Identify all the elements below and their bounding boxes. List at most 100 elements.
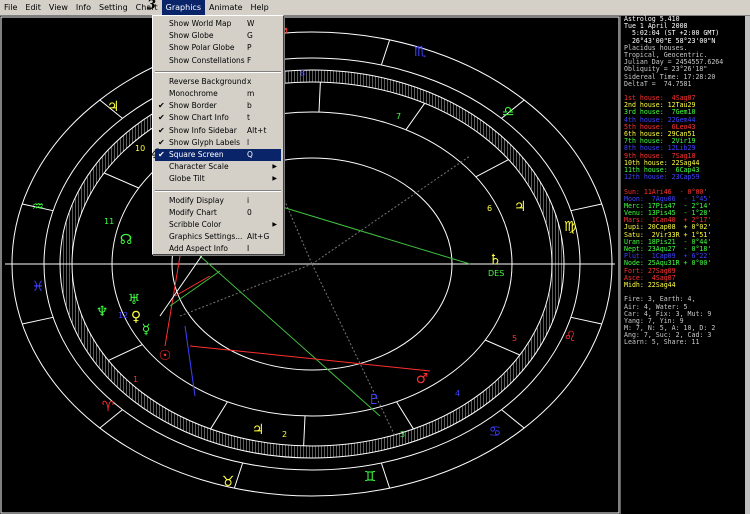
menu-item-label: Show Info Sidebar — [169, 125, 237, 135]
menu-item-graphics-settings[interactable]: Graphics Settings... Alt+G — [155, 231, 281, 243]
menu-item-label: Character Scale — [169, 162, 229, 172]
menu-item-label: Show Globe — [169, 31, 214, 41]
submenu-arrow-icon: ▶ — [272, 175, 277, 183]
check-icon: ✔ — [158, 150, 165, 159]
planet-glyph: ♃ — [252, 422, 265, 438]
menu-item-shortcut: t — [247, 113, 250, 123]
planet-glyph: ♒ — [32, 199, 45, 215]
menu-item-label: Show Polar Globe — [169, 43, 235, 53]
sign-divider — [22, 316, 54, 325]
sidebar-line: 12th house: 23Cap59 — [624, 173, 700, 182]
menu-item-shortcut: Alt+G — [247, 232, 270, 242]
menu-help[interactable]: Help — [247, 0, 273, 15]
menu-item-show-info-sidebar[interactable]: ✔ Show Info Sidebar Alt+t — [155, 125, 281, 137]
menu-graphics[interactable]: Graphics — [161, 0, 205, 15]
menu-item-show-world-map[interactable]: Show World Map W — [155, 18, 281, 30]
menu-item-show-chart-info[interactable]: ✔ Show Chart Info t — [155, 112, 281, 124]
planet-glyph: ♌ — [564, 329, 577, 345]
menu-view[interactable]: View — [45, 0, 72, 15]
menu-item-label: Modify Chart — [169, 207, 217, 217]
check-icon: ✔ — [158, 137, 165, 147]
submenu-arrow-icon: ▶ — [272, 221, 277, 228]
house-number: 2 — [282, 430, 287, 439]
astrology-chart[interactable]: ♈♉♊♋♌♍♎♏♐♑♒♓♄♂☉♅♀☿☊♇♃♆♃♃ 123456789101112… — [0, 16, 620, 514]
check-icon: ✔ — [158, 101, 165, 111]
house-number: 11 — [104, 217, 114, 226]
menu-item-scribble-color[interactable]: Scribble Color ▶ — [155, 219, 281, 231]
planet-glyph: ♀ — [131, 309, 141, 325]
menu-edit[interactable]: Edit — [21, 0, 45, 15]
planet-glyph: ♋ — [489, 424, 502, 440]
menu-item-shortcut: Q — [247, 150, 253, 159]
menu-setting[interactable]: Setting — [95, 0, 132, 15]
house-number: 12 — [118, 311, 128, 320]
menu-info[interactable]: Info — [72, 0, 95, 15]
menu-item-shortcut: i — [247, 195, 250, 205]
house-number: 5 — [512, 334, 517, 343]
menu-item-label: Square Screen — [169, 150, 224, 159]
menu-item-label: Monochrome — [169, 89, 218, 98]
info-sidebar: Astrolog 5.410 Tue 1 April 2008 5:02:04 (… — [620, 15, 750, 514]
menu-item-label: Show World Map — [169, 19, 232, 28]
menu-item-shortcut: b — [247, 101, 252, 111]
menu-item-label: Show Glyph Labels — [169, 137, 240, 147]
house-number: 4 — [455, 389, 460, 398]
planet-glyph: ☊ — [120, 232, 132, 248]
menu-item-show-globe[interactable]: Show Globe G — [155, 30, 281, 42]
menu-item-shortcut: W — [247, 19, 255, 28]
check-icon: ✔ — [158, 125, 165, 135]
sidebar-scrollbar[interactable] — [745, 16, 750, 514]
menu-item-modify-display[interactable]: Modify Display i — [155, 195, 281, 207]
menu-item-label: Graphics Settings... — [169, 232, 243, 242]
menu-item-shortcut: P — [247, 43, 252, 53]
house-number: 7 — [396, 112, 401, 121]
sign-divider — [501, 409, 525, 429]
check-icon: ✔ — [158, 113, 165, 123]
menu-item-character-scale[interactable]: Character Scale ▶ — [155, 161, 281, 173]
menu-separator — [155, 189, 281, 192]
menu-item-show-constellations[interactable]: Show Constellations F — [155, 55, 281, 67]
planet-glyph: ♓ — [32, 279, 45, 295]
sidebar-line: Learn: 5, Share: 11 — [624, 338, 700, 347]
planet-glyph: ♄ — [489, 252, 502, 268]
menu-item-shortcut: l — [247, 137, 250, 147]
house-number: 3 — [400, 430, 405, 439]
planet-glyph: ♃ — [514, 199, 527, 215]
planet-glyph: ♇ — [368, 392, 381, 408]
sidebar-line: DeltaT = 74.7581 — [624, 79, 692, 88]
planet-glyph: ☿ — [142, 322, 151, 338]
menu-item-shortcut: I — [247, 244, 250, 254]
menu-item-shortcut: F — [247, 55, 252, 65]
menu-item-shortcut: x — [247, 76, 252, 86]
menu-item-globe-tilt[interactable]: Globe Tilt ▶ — [155, 173, 281, 185]
planet-glyph: ♂ — [416, 371, 429, 387]
menu-bar: File Edit View Info Setting Chart Graphics Anim… — [0, 0, 750, 16]
house-number: 6 — [487, 204, 492, 213]
menu-item-shortcut: Alt+t — [247, 125, 267, 135]
planet-glyph: ♅ — [128, 292, 141, 308]
graphics-menu: 4 Show World MapWShow GlobeGShow Polar G… — [151, 15, 284, 255]
sidebar-line: Midh: 22Sag44 — [624, 280, 676, 289]
menu-item-shortcut: 0 — [247, 207, 252, 217]
menu-item-add-aspect-info[interactable]: Add Aspect Info I — [155, 243, 281, 255]
menu-item-square-screen[interactable]: ✔ Square Screen Q — [155, 149, 281, 161]
menu-item-modify-chart[interactable]: Modify Chart 0 — [155, 207, 281, 219]
planet-glyph: ♉ — [222, 474, 235, 490]
menu-animate[interactable]: Animate — [205, 0, 247, 15]
sign-divider — [380, 462, 391, 489]
menu-item-label: Show Border — [169, 101, 217, 111]
planet-glyph: ♏ — [414, 44, 427, 60]
menu-item-label: Show Constellations — [169, 55, 245, 65]
menu-item-label: Modify Display — [169, 195, 224, 205]
planet-glyph: ♆ — [96, 304, 109, 320]
menu-item-monochrome[interactable]: Monochrome m — [155, 88, 281, 100]
house-number: 10 — [135, 144, 145, 153]
menu-item-show-glyph-labels[interactable]: ✔ Show Glyph Labels l — [155, 137, 281, 149]
menu-item-reverse-background[interactable]: Reverse Background x — [155, 76, 281, 88]
planet-glyph: ♊ — [364, 469, 377, 485]
menu-item-show-border[interactable]: ✔ Show Border b — [155, 100, 281, 112]
house-number: 8 — [300, 69, 305, 78]
menu-item-show-polar-globe[interactable]: Show Polar Globe P — [155, 42, 281, 54]
menu-file[interactable]: File — [0, 0, 21, 15]
menu-item-label: Scribble Color — [169, 220, 222, 229]
